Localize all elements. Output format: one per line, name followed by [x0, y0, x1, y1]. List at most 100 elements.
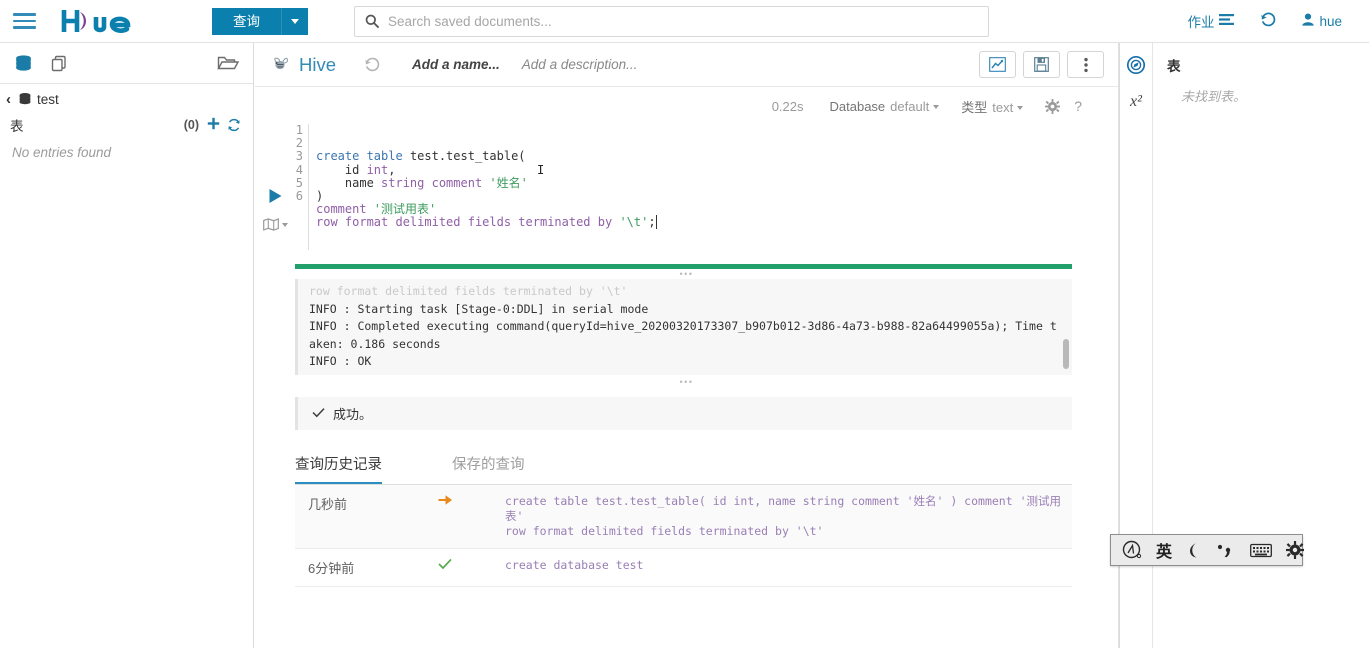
table-row[interactable]: 6分钟前 create database test: [295, 549, 1072, 587]
user-label: hue: [1319, 13, 1342, 29]
sidebar-tables-label: 表: [10, 119, 24, 134]
map-icon[interactable]: [262, 218, 288, 231]
orange-arrow-icon: [438, 495, 452, 505]
editor-action-buttons: [979, 51, 1104, 78]
editor-line-numbers: 123456: [295, 123, 309, 250]
ime-keyboard-icon[interactable]: [1243, 537, 1279, 563]
left-sidebar: ‹ test 表 (0) No entries found: [0, 43, 254, 648]
top-navigation-bar: 查询 作业: [0, 0, 1369, 43]
assist-compass-icon[interactable]: [1126, 55, 1146, 75]
sidebar-refresh-icon[interactable]: [227, 118, 241, 132]
log-line: INFO : Completed executing command(query…: [309, 319, 1057, 351]
person-icon: [1302, 13, 1315, 29]
database-chevron-down-icon: [933, 105, 940, 110]
status-badge: [435, 494, 505, 506]
history-tabs: 查询历史记录 保存的查询: [295, 447, 1072, 485]
sidebar-folder-open-icon[interactable]: [217, 54, 239, 73]
sidebar-tab-database-icon[interactable]: [14, 54, 33, 73]
chart-line-icon-button[interactable]: [979, 51, 1016, 78]
type-value: text: [992, 99, 1014, 115]
play-triangle-icon[interactable]: [268, 188, 283, 204]
sidebar-add-table-plus-icon[interactable]: [207, 117, 220, 133]
log-scrollbar-thumb[interactable]: [1063, 339, 1069, 369]
tab-saved-queries[interactable]: 保存的查询: [452, 447, 525, 484]
search-icon: [365, 14, 379, 28]
search-input[interactable]: [388, 13, 978, 29]
ime-moon-icon[interactable]: [1179, 537, 1209, 563]
breadcrumb-database-icon: [18, 92, 32, 107]
gear-icon[interactable]: [1045, 98, 1061, 114]
history-row-query: create table test.test_table( id int, na…: [505, 494, 1061, 538]
query-result-message: 成功。: [333, 407, 373, 422]
ime-settings-icon[interactable]: [1279, 537, 1311, 563]
editor-code-line: name string comment '姓名': [316, 175, 528, 190]
log-line: INFO : OK: [309, 354, 372, 368]
vertical-dots-icon-button[interactable]: [1067, 51, 1104, 78]
question-mark-icon[interactable]: ?: [1074, 98, 1082, 114]
type-label: 类型: [961, 99, 988, 115]
floppy-save-icon-button[interactable]: [1023, 51, 1060, 78]
hue-logo[interactable]: [60, 0, 154, 43]
sql-code-editor[interactable]: 123456 create table test.test_table( id …: [295, 120, 1072, 250]
breadcrumb-database-name: test: [37, 92, 59, 107]
chi-squared-icon[interactable]: x²: [1130, 93, 1142, 111]
editor-name-input[interactable]: Add a name...: [412, 57, 500, 72]
nav-right-group: 作业 hue: [1174, 0, 1369, 43]
breadcrumb-back-chevron-left-icon[interactable]: ‹: [6, 92, 11, 107]
editor-gutter-actions: [255, 120, 295, 250]
editor-status-bar: 0.22s Database default 类型 text ?: [255, 92, 1118, 120]
status-badge: [435, 558, 505, 570]
editor-code-content[interactable]: create table test.test_table( id int, na…: [309, 124, 1072, 250]
database-value: default: [890, 98, 930, 114]
sidebar-tab-documents-icon[interactable]: [50, 54, 69, 73]
sidebar-tables-count: (0): [183, 118, 199, 132]
history-icon: [1260, 12, 1276, 31]
result-type-selector[interactable]: 类型 text: [961, 97, 1024, 116]
ime-punctuation-icon[interactable]: [1209, 537, 1243, 563]
editor-text-caret: ​: [655, 215, 657, 230]
type-chevron-down-icon: [1017, 106, 1024, 111]
history-row-time: 6分钟前: [308, 561, 355, 576]
hamburger-menu-icon[interactable]: [0, 0, 46, 43]
tab-query-history[interactable]: 查询历史记录: [295, 447, 382, 484]
sidebar-breadcrumb[interactable]: ‹ test: [0, 84, 253, 111]
editor-line-number: 3: [295, 149, 303, 164]
right-panel-empty-message: 未找到表。: [1181, 89, 1247, 104]
query-elapsed-time: 0.22s: [771, 98, 804, 114]
log-panel-drag-handle[interactable]: •••: [255, 269, 1118, 279]
query-button-group: 查询: [212, 7, 308, 35]
history-nav-item[interactable]: [1247, 0, 1289, 43]
code-editor-wrapper: 123456 create table test.test_table( id …: [255, 120, 1118, 250]
database-selector[interactable]: Database default: [830, 99, 940, 114]
query-button[interactable]: 查询: [212, 7, 281, 35]
search-bar[interactable]: [354, 5, 989, 37]
jobs-nav-item[interactable]: 作业: [1174, 0, 1247, 43]
query-dropdown-chevron-down-icon[interactable]: [281, 7, 308, 35]
check-icon: [312, 407, 325, 421]
hue-editor-app: 查询 作业: [0, 0, 1369, 648]
green-check-icon: [438, 558, 452, 570]
editor-description-input[interactable]: Add a description...: [522, 57, 638, 72]
ime-logo-icon[interactable]: [1115, 537, 1149, 563]
jobs-label: 作业: [1187, 15, 1215, 30]
chi-squared-label: x²: [1130, 93, 1142, 110]
main-editor-area: Hive Add a name... Add a description...: [255, 43, 1118, 648]
log-panel-bottom-drag-handle[interactable]: •••: [255, 377, 1118, 387]
table-row[interactable]: 几秒前 create table test.test_table( id int,…: [295, 485, 1072, 549]
database-label: Database: [829, 98, 886, 114]
query-history-list: 几秒前 create table test.test_table( id int,…: [255, 485, 1118, 587]
history-row-time: 几秒前: [308, 497, 348, 512]
editor-line-number: 4: [295, 162, 303, 177]
log-lines-container: INFO : Starting task [Stage-0:DDL] in se…: [309, 301, 1062, 371]
editor-engine-selector[interactable]: Hive: [271, 52, 336, 78]
user-nav-item[interactable]: hue: [1289, 0, 1355, 43]
ime-toolbar: 英: [1110, 534, 1305, 566]
editor-line-number: 6: [295, 189, 303, 204]
editor-history-icon[interactable]: [364, 57, 380, 73]
hive-bee-icon: [271, 52, 292, 78]
query-log-panel[interactable]: row format delimited fields terminated b…: [295, 279, 1072, 375]
ime-lang-icon[interactable]: 英: [1149, 537, 1179, 563]
text-cursor-icon: I: [537, 163, 545, 177]
right-panel-title: 表: [1167, 59, 1181, 74]
editor-header: Hive Add a name... Add a description...: [255, 43, 1118, 87]
